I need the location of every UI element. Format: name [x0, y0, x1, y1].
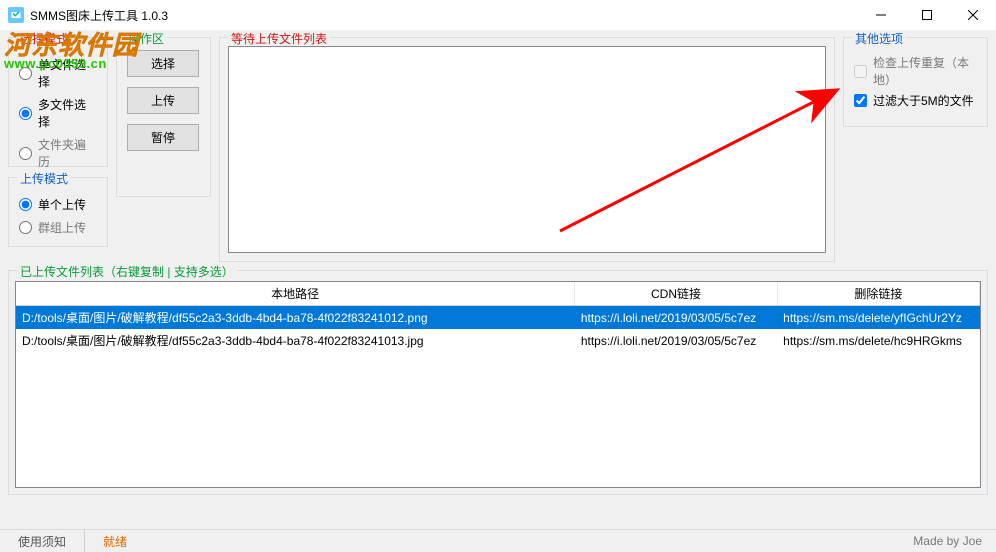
close-button[interactable] — [950, 0, 996, 30]
upload-mode-group: 上传模式 单个上传 群组上传 — [8, 177, 108, 247]
uploaded-table[interactable]: 本地路径 CDN链接 删除链接 D:/tools/桌面/图片/破解教程/df55… — [16, 282, 980, 352]
table-row[interactable]: D:/tools/桌面/图片/破解教程/df55c2a3-3ddb-4bd4-b… — [16, 329, 980, 352]
select-mode-single-radio[interactable] — [19, 67, 32, 80]
maximize-button[interactable] — [904, 0, 950, 30]
select-mode-folder-recursive-radio[interactable] — [19, 147, 32, 160]
upload-mode-legend: 上传模式 — [17, 170, 71, 187]
select-mode-legend: 选择模式 — [17, 30, 71, 47]
check-dupe-option[interactable]: 检查上传重复（本地） — [854, 54, 977, 88]
uploaded-group: 已上传文件列表（右键复制 | 支持多选） 本地路径 CDN链接 删除链接 D:/… — [8, 270, 988, 495]
pending-legend: 等待上传文件列表 — [228, 30, 330, 47]
ops-group: 操作区 选择 上传 暂停 — [116, 37, 211, 197]
other-options-group: 其他选项 检查上传重复（本地） 过滤大于5M的文件 — [843, 37, 988, 127]
check-dupe-checkbox[interactable] — [854, 65, 867, 78]
pending-listbox[interactable] — [228, 46, 826, 253]
window-title: SMMS图床上传工具 1.0.3 — [30, 7, 168, 24]
select-mode-group: 选择模式 单文件选择 多文件选择 文件夹遍历 单层文件夹 — [8, 37, 108, 167]
uploaded-legend: 已上传文件列表（右键复制 | 支持多选） — [17, 263, 237, 280]
upload-mode-group-radio[interactable] — [19, 221, 32, 234]
pending-group: 等待上传文件列表 — [219, 37, 835, 262]
app-icon — [8, 7, 24, 23]
minimize-button[interactable] — [858, 0, 904, 30]
upload-button[interactable]: 上传 — [127, 87, 199, 114]
ops-legend: 操作区 — [125, 30, 167, 47]
col-del[interactable]: 删除链接 — [777, 282, 979, 306]
upload-mode-single[interactable]: 单个上传 — [19, 196, 97, 213]
col-cdn[interactable]: CDN链接 — [575, 282, 777, 306]
select-button[interactable]: 选择 — [127, 50, 199, 77]
select-mode-folder-recursive[interactable]: 文件夹遍历 — [19, 136, 97, 170]
upload-mode-single-radio[interactable] — [19, 198, 32, 211]
filter-size-checkbox[interactable] — [854, 94, 867, 107]
select-mode-multi-radio[interactable] — [19, 107, 32, 120]
status-help[interactable]: 使用须知 — [0, 530, 85, 552]
status-ready: 就绪 — [103, 533, 127, 550]
titlebar: SMMS图床上传工具 1.0.3 — [0, 0, 996, 31]
col-path[interactable]: 本地路径 — [16, 282, 575, 306]
status-madeby: Made by Joe — [913, 534, 996, 548]
pause-button[interactable]: 暂停 — [127, 124, 199, 151]
table-row[interactable]: D:/tools/桌面/图片/破解教程/df55c2a3-3ddb-4bd4-b… — [16, 306, 980, 330]
select-mode-multi[interactable]: 多文件选择 — [19, 96, 97, 130]
other-options-legend: 其他选项 — [852, 30, 906, 47]
status-bar: 使用须知 就绪 Made by Joe — [0, 529, 996, 552]
filter-size-option[interactable]: 过滤大于5M的文件 — [854, 92, 977, 109]
upload-mode-group-opt[interactable]: 群组上传 — [19, 219, 97, 236]
select-mode-single[interactable]: 单文件选择 — [19, 56, 97, 90]
